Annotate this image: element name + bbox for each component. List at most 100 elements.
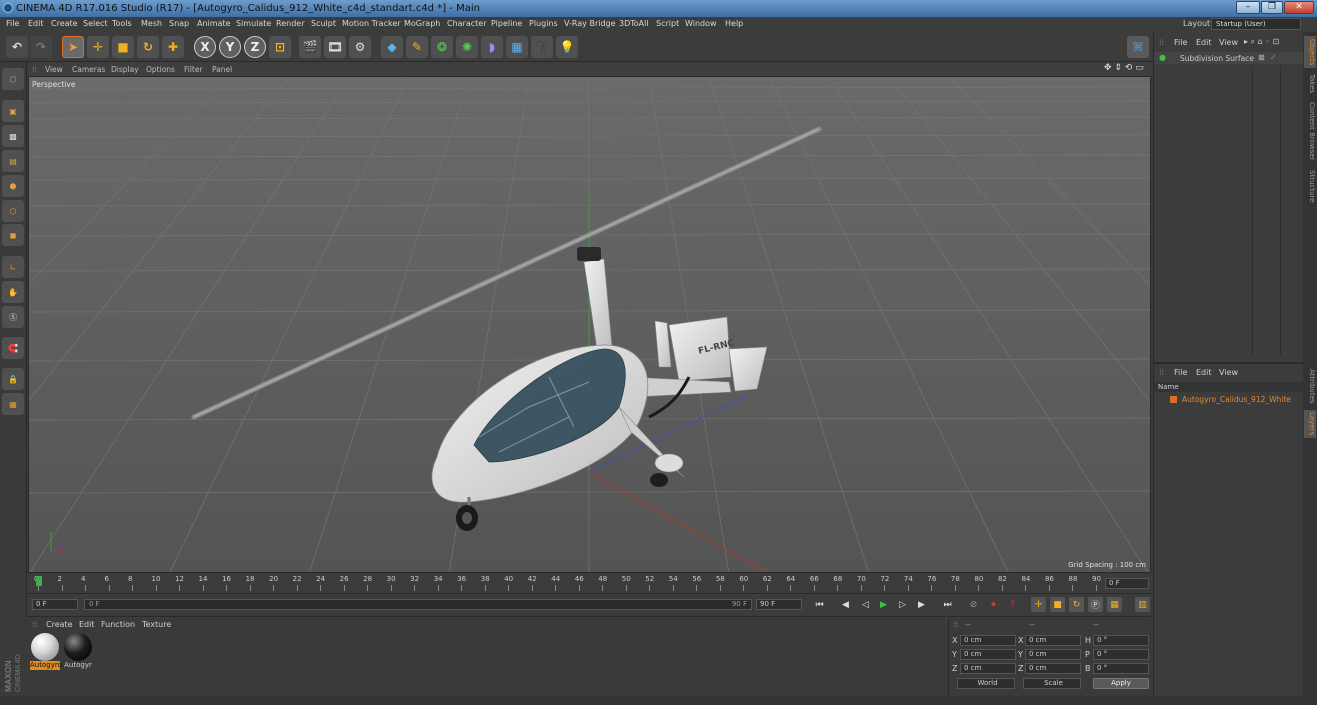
size-y-field[interactable]: 0 cm [1025,649,1081,660]
live-select-icon[interactable]: ✚ [162,36,184,58]
autokey-icon[interactable]: ? [1005,597,1020,612]
viewport-menu-panel[interactable]: Panel [212,65,232,74]
material-menu-create[interactable]: Create [46,620,73,629]
rotation-b-field[interactable]: 0 ° [1093,663,1149,674]
cloner-icon[interactable]: ✺ [456,36,478,58]
size-z-field[interactable]: 0 cm [1025,663,1081,674]
cube-icon[interactable]: ◆ [381,36,403,58]
camera-icon[interactable]: 🎥 [531,36,553,58]
points-mode-icon[interactable]: ⬢ [2,175,24,197]
maximize-button[interactable]: ❐ [1261,1,1283,14]
axis-x-button[interactable]: X [194,36,216,58]
record-icon[interactable]: ⏺ [986,597,1001,612]
edges-mode-icon[interactable]: ⬡ [2,200,24,222]
menu-file[interactable]: File [6,19,19,28]
object-manager-icons[interactable]: ▸ ⌕ ⌂ ◦ ⊡ [1244,37,1279,47]
size-x-field[interactable]: 0 cm [1025,635,1081,646]
position-z-field[interactable]: 0 cm [960,663,1016,674]
axis-y-button[interactable]: Y [219,36,241,58]
light-icon[interactable]: 💡 [556,36,578,58]
previous-key-icon[interactable]: ◀ [838,597,853,612]
timeline-ruler[interactable]: 0246810121416182022242628303234363840424… [28,574,1151,593]
axis-mode-icon[interactable]: ∟ [2,256,24,278]
polygons-mode-icon[interactable]: ◼ [2,224,24,246]
key-pla-icon[interactable]: ▦ [1107,597,1122,612]
menu-mograph[interactable]: MoGraph [404,19,440,28]
object-menu-view[interactable]: View [1219,38,1238,47]
viewport-menu-filter[interactable]: Filter [184,65,203,74]
menu-mesh[interactable]: Mesh [141,19,162,28]
object-row[interactable]: ● Subdivision Surface ⊠ ✓ [1154,52,1304,64]
tab-objects[interactable]: Objects [1304,36,1316,68]
material-menu-texture[interactable]: Texture [142,620,171,629]
tab-layers[interactable]: Layers [1304,410,1316,438]
layer-menu-file[interactable]: File [1174,368,1187,377]
select-tool-icon[interactable]: ➤ [62,36,84,58]
tab-takes[interactable]: Takes [1304,72,1316,96]
python-icon[interactable]: ⌘ [1127,36,1149,58]
menu-3dtoall[interactable]: 3DToAll [619,19,649,28]
next-key-icon[interactable]: ▶ [914,597,929,612]
model-mode-icon[interactable]: ▣ [2,100,24,122]
playhead[interactable] [36,576,42,586]
key-rotation-icon[interactable]: ↻ [1069,597,1084,612]
key-position-icon[interactable]: ✛ [1031,597,1046,612]
menu-motion-tracker[interactable]: Motion Tracker [342,19,401,28]
render-settings-icon[interactable]: ⚙ [349,36,371,58]
key-scale-icon[interactable]: ■ [1050,597,1065,612]
floor-icon[interactable]: ▦ [506,36,528,58]
current-frame-field[interactable]: 0 F [1105,578,1149,589]
timeline-window-icon[interactable]: ▥ [1135,597,1150,612]
minimize-button[interactable]: – [1236,1,1260,14]
object-visibility-icon[interactable]: ⊠ [1258,53,1265,62]
close-button[interactable]: ✕ [1284,1,1314,14]
menu-vray-bridge[interactable]: V-Ray Bridge [564,19,616,28]
render-view-icon[interactable]: 🎬 [299,36,321,58]
coord-system-select[interactable]: World [957,678,1015,689]
next-frame-icon[interactable]: ▷ [895,597,910,612]
material-swatch-autogyro[interactable]: Autogyro [30,633,62,671]
undo-icon[interactable]: ↶ [6,36,28,58]
tab-content-browser[interactable]: Content Browser [1304,100,1316,162]
material-menu-function[interactable]: Function [101,620,135,629]
workplane-grid-icon[interactable]: ▦ [2,393,24,415]
menu-render[interactable]: Render [276,19,304,28]
menu-plugins[interactable]: Plugins [529,19,558,28]
axis-z-button[interactable]: Z [244,36,266,58]
material-menu-edit[interactable]: Edit [79,620,95,629]
object-enabled-icon[interactable]: ✓ [1270,53,1277,62]
tab-attributes[interactable]: Attributes [1304,366,1316,406]
range-slider[interactable]: 0 F 90 F [84,599,752,610]
menu-snap[interactable]: Snap [169,19,189,28]
position-x-field[interactable]: 0 cm [960,635,1016,646]
viewport[interactable]: FL-RNC Perspective Grid Spacing : 100 cm [28,76,1151,573]
menu-sculpt[interactable]: Sculpt [311,19,336,28]
apply-button[interactable]: Apply [1093,678,1149,689]
scale-tool-icon[interactable]: ■ [112,36,134,58]
viewport-menu-options[interactable]: Options [146,65,175,74]
go-to-end-icon[interactable]: ⏭ [940,597,955,612]
play-icon[interactable]: ▶ [876,597,891,612]
previous-frame-icon[interactable]: ◁ [858,597,873,612]
redo-icon[interactable]: ↷ [30,36,52,58]
lock-workplane-icon[interactable]: 🔒 [2,368,24,390]
object-menu-edit[interactable]: Edit [1196,38,1212,47]
menu-animate[interactable]: Animate [197,19,231,28]
viewport-nav-icons[interactable]: ✥ ⇕ ⟲ ▭ [1104,63,1144,73]
menu-character[interactable]: Character [447,19,487,28]
menu-create[interactable]: Create [51,19,78,28]
rotation-h-field[interactable]: 0 ° [1093,635,1149,646]
magnet-icon[interactable]: 🧲 [2,337,24,359]
menu-edit[interactable]: Edit [28,19,44,28]
viewport-menu-display[interactable]: Display [111,65,139,74]
texture-mode-icon[interactable]: ▩ [2,125,24,147]
coordinate-system-icon[interactable]: ⊡ [269,36,291,58]
menu-script[interactable]: Script [656,19,679,28]
snap-icon[interactable]: Ⓢ [2,306,24,328]
tweak-mode-icon[interactable]: ✋ [2,281,24,303]
move-tool-icon[interactable]: ✛ [87,36,109,58]
end-frame-field[interactable]: 90 F [756,599,802,610]
menu-simulate[interactable]: Simulate [236,19,271,28]
key-param-icon[interactable]: Ⓟ [1088,597,1103,612]
pen-spline-icon[interactable]: ✎ [406,36,428,58]
